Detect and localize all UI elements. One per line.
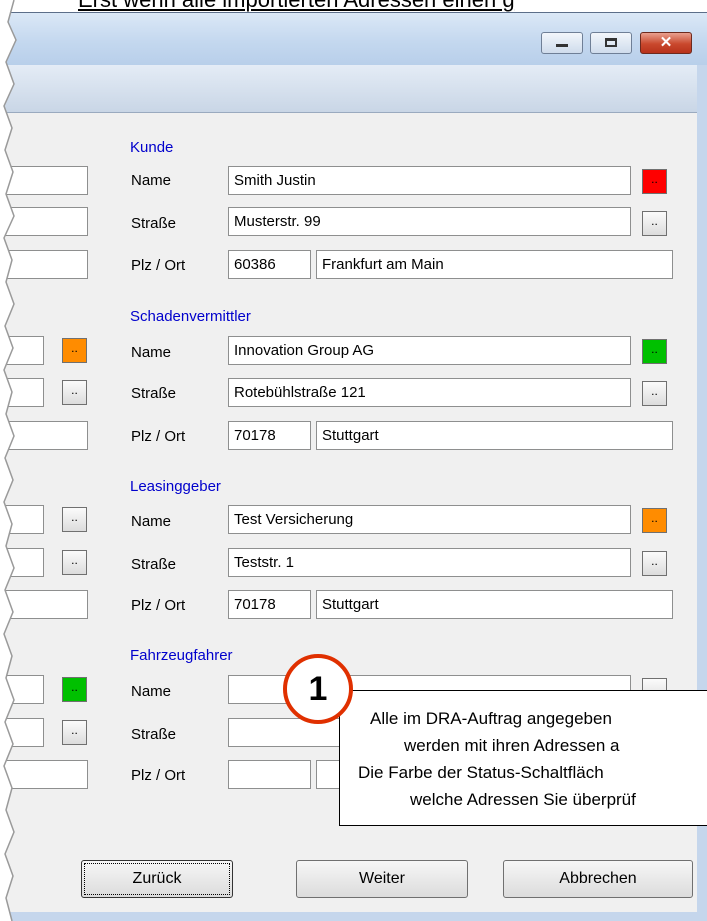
- city-label: Plz / Ort: [131, 428, 186, 445]
- city-label: Plz / Ort: [131, 597, 186, 614]
- group-title-leasinggeber: Leasinggeber: [130, 478, 221, 495]
- lessor-city-field[interactable]: Stuttgart: [316, 590, 673, 619]
- group-title-kunde: Kunde: [130, 139, 174, 156]
- lessor-browse-button[interactable]: ..: [642, 551, 667, 576]
- name-label: Name: [131, 172, 172, 189]
- lessor-status-button[interactable]: ..: [642, 508, 667, 533]
- customer-browse-button[interactable]: ..: [642, 211, 667, 236]
- step-badge: 1: [283, 654, 353, 724]
- customer-city-field[interactable]: Frankfurt am Main: [316, 250, 673, 279]
- minimize-button[interactable]: [541, 32, 583, 54]
- left-browse-button[interactable]: ..: [62, 550, 87, 575]
- name-label: Name: [131, 683, 172, 700]
- city-label: Plz / Ort: [131, 767, 186, 784]
- callout-line: welche Adressen Sie überprüf: [410, 790, 636, 809]
- broker-city-field[interactable]: Stuttgart: [316, 421, 673, 450]
- callout-box: Alle im DRA-Auftrag angegeben werden mit…: [339, 690, 707, 826]
- customer-street-field[interactable]: Musterstr. 99: [228, 207, 631, 236]
- left-browse-button[interactable]: ..: [62, 720, 87, 745]
- next-button[interactable]: Weiter: [296, 860, 468, 898]
- callout-line: Die Farbe der Status-Schaltfläch: [358, 763, 604, 782]
- back-button[interactable]: Zurück: [81, 860, 233, 898]
- toolbar-strip: [0, 65, 707, 113]
- broker-browse-button[interactable]: ..: [642, 381, 667, 406]
- left-browse-button[interactable]: ..: [62, 380, 87, 405]
- lessor-name-field[interactable]: Test Versicherung: [228, 505, 631, 534]
- customer-name-field[interactable]: Smith Justin: [228, 166, 631, 195]
- left-status-button[interactable]: ..: [62, 338, 87, 363]
- broker-street-field[interactable]: Rotebühlstraße 121: [228, 378, 631, 407]
- maximize-icon: [605, 38, 617, 47]
- group-title-schadenvermittler: Schadenvermittler: [130, 308, 251, 325]
- callout-line: Alle im DRA-Auftrag angegeben: [370, 709, 612, 728]
- window-frame-bottom: [0, 912, 707, 921]
- minimize-icon: [556, 44, 568, 47]
- name-label: Name: [131, 513, 172, 530]
- city-label: Plz / Ort: [131, 257, 186, 274]
- torn-edge-decoration: [0, 0, 17, 921]
- street-label: Straße: [131, 385, 177, 402]
- street-label: Straße: [131, 556, 177, 573]
- left-browse-button[interactable]: ..: [62, 507, 87, 532]
- street-label: Straße: [131, 726, 177, 743]
- cancel-button[interactable]: Abbrechen: [503, 860, 693, 898]
- broker-zip-field[interactable]: 70178: [228, 421, 311, 450]
- close-button[interactable]: ✕: [640, 32, 692, 54]
- broker-name-field[interactable]: Innovation Group AG: [228, 336, 631, 365]
- group-title-fahrzeugfahrer: Fahrzeugfahrer: [130, 647, 233, 664]
- broker-status-button[interactable]: ..: [642, 339, 667, 364]
- name-label: Name: [131, 344, 172, 361]
- callout-line: werden mit ihren Adressen a: [404, 736, 620, 755]
- customer-zip-field[interactable]: 60386: [228, 250, 311, 279]
- driver-zip-field[interactable]: [228, 760, 311, 789]
- street-label: Straße: [131, 215, 177, 232]
- customer-status-button[interactable]: ..: [642, 169, 667, 194]
- close-icon: ✕: [659, 34, 673, 51]
- left-status-button[interactable]: ..: [62, 677, 87, 702]
- caption-text: Erst wenn alle importierten Adressen ein…: [78, 0, 515, 14]
- lessor-street-field[interactable]: Teststr. 1: [228, 548, 631, 577]
- maximize-button[interactable]: [590, 32, 632, 54]
- lessor-zip-field[interactable]: 70178: [228, 590, 311, 619]
